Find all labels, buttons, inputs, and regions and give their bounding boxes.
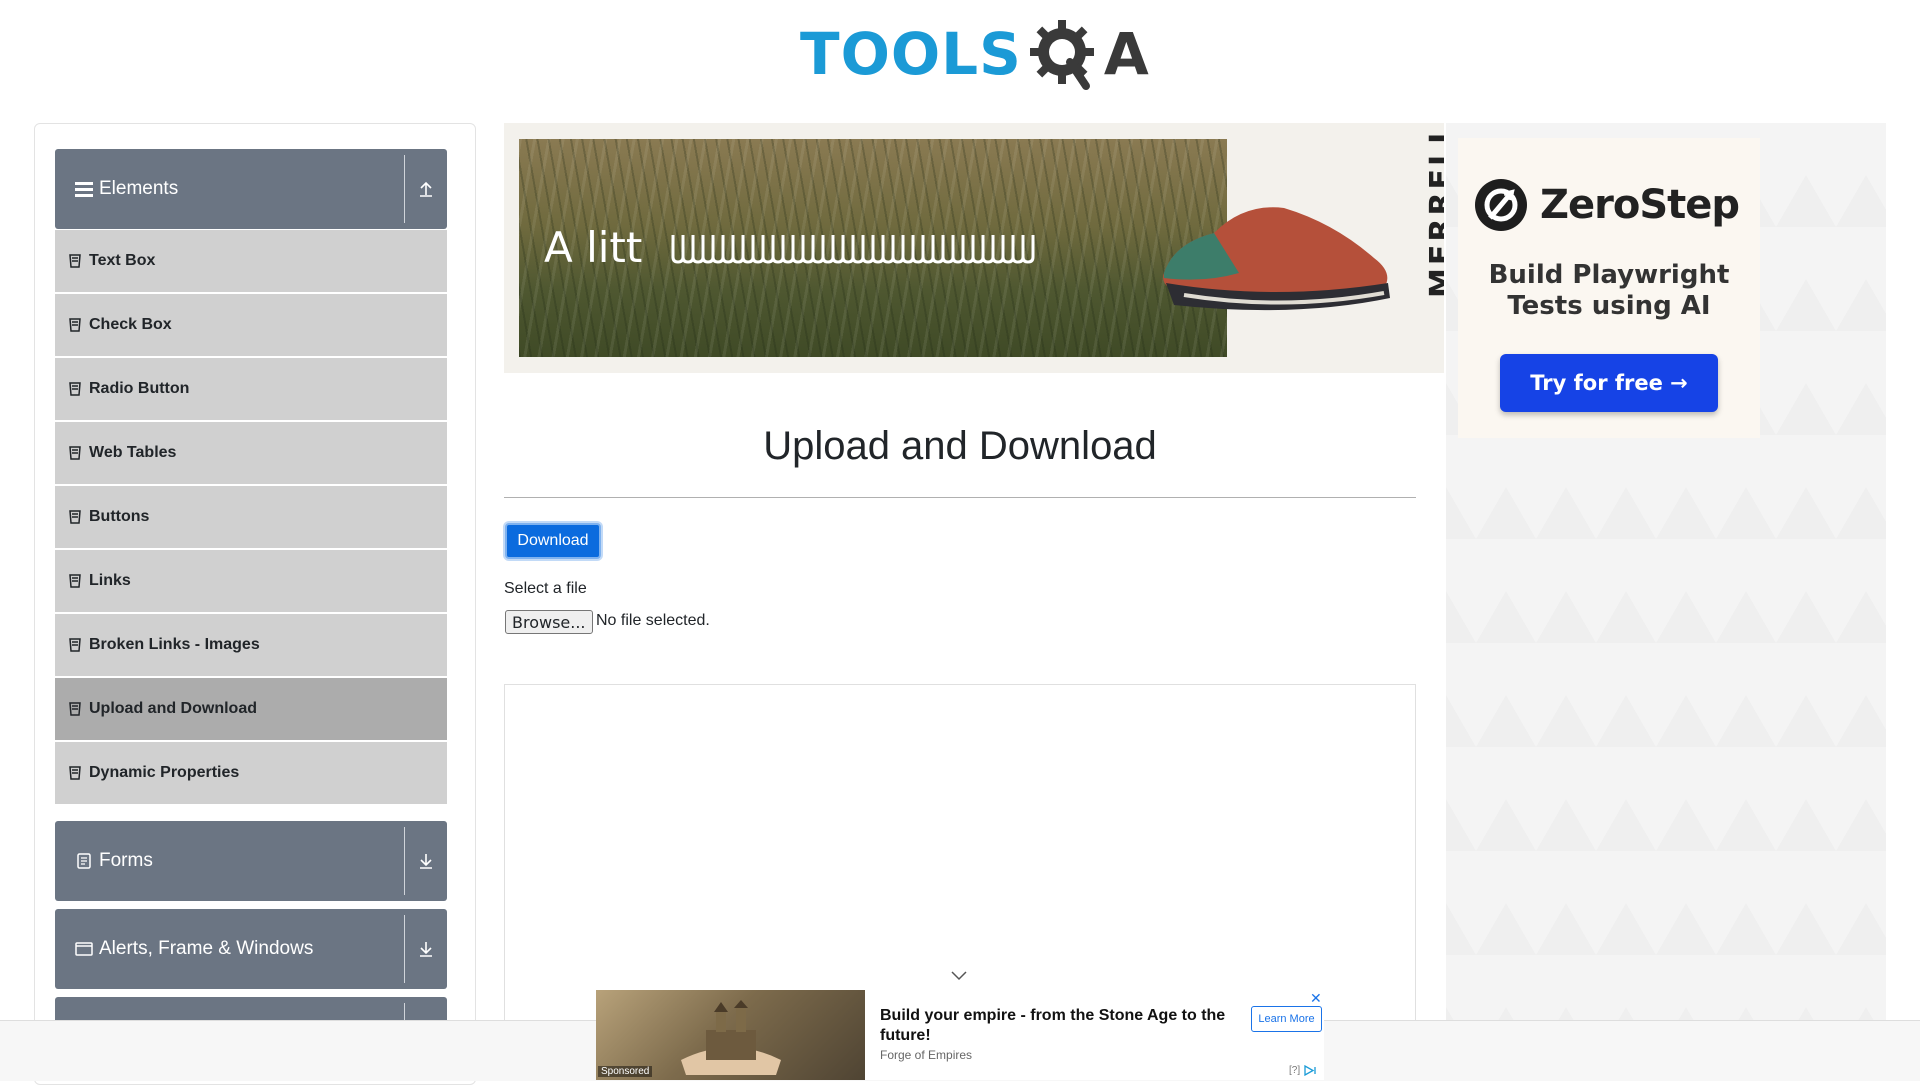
menu-item-label: Check Box: [89, 316, 172, 333]
sidebar: Elements Text Box Check Box Radio Button…: [34, 123, 476, 1085]
menu-item-broken-links[interactable]: Broken Links - Images: [55, 614, 447, 676]
menu-item-icon: [69, 382, 81, 396]
chevron-down-icon[interactable]: [950, 970, 968, 982]
group-title-elements: Elements: [99, 178, 179, 199]
banner-brand: MERRELL: [1424, 123, 1444, 298]
page-title: Upload and Download: [763, 424, 1157, 468]
arrow-down-icon: [420, 854, 432, 869]
menu-item-label: Upload and Download: [89, 700, 257, 717]
window-icon: [69, 941, 99, 957]
menu-item-links[interactable]: Links: [55, 550, 447, 612]
toolsqa-logo[interactable]: TOOLS A: [800, 14, 1149, 94]
ad-info-text: [?]: [1289, 1065, 1301, 1077]
sponsored-label: Sponsored: [598, 1066, 653, 1077]
menu-item-label: Radio Button: [89, 380, 190, 397]
menu-item-text-box[interactable]: Text Box: [55, 230, 447, 292]
castle-image: [681, 1000, 781, 1075]
menu-item-label: Broken Links - Images: [89, 636, 260, 653]
zerostep-brand: ZeroStep: [1540, 182, 1740, 228]
banner-ad[interactable]: A litt MERRELL: [504, 123, 1444, 373]
menu-item-radio-button[interactable]: Radio Button: [55, 358, 447, 420]
logo-qa: A: [1026, 16, 1149, 92]
sticky-ad-image: Sponsored: [596, 990, 865, 1080]
zerostep-tagline-line2: Tests using AI: [1507, 291, 1711, 321]
menu-item-icon: [69, 510, 81, 524]
menu-item-icon: [69, 766, 81, 780]
zerostep-ad[interactable]: ZeroStep Build Playwright Tests using AI…: [1458, 138, 1760, 438]
collapse-toggle[interactable]: [404, 155, 447, 223]
banner-ad-text: A litt: [544, 223, 643, 272]
zerostep-tagline: Build Playwright Tests using AI: [1458, 260, 1760, 322]
menu-item-icon: [69, 318, 81, 332]
group-title-alerts: Alerts, Frame & Windows: [99, 938, 314, 959]
expand-toggle[interactable]: [404, 827, 447, 895]
close-icon[interactable]: ✕: [1310, 990, 1322, 1007]
sticky-ad[interactable]: Sponsored Build your empire - from the S…: [596, 990, 1324, 1080]
arrow-down-icon: [420, 942, 432, 957]
arrow-up-icon: [420, 181, 432, 197]
zerostep-icon: [1475, 179, 1527, 231]
download-button[interactable]: Download: [505, 523, 601, 559]
menu-item-icon: [69, 702, 81, 716]
file-status-text: No file selected.: [596, 612, 710, 629]
learn-more-button[interactable]: Learn More: [1251, 1006, 1322, 1032]
logo-tools-text: TOOLS: [800, 20, 1022, 88]
form-icon: [69, 853, 99, 869]
menu-item-label: Links: [89, 572, 131, 589]
menu-item-check-box[interactable]: Check Box: [55, 294, 447, 356]
menu-item-label: Text Box: [89, 252, 156, 269]
try-for-free-button[interactable]: Try for free →: [1500, 354, 1718, 412]
sticky-ad-headline[interactable]: Build your empire - from the Stone Age t…: [880, 1006, 1240, 1046]
menu-item-icon: [69, 254, 81, 268]
title-divider: [504, 497, 1416, 498]
menu-item-upload-download[interactable]: Upload and Download: [55, 678, 447, 740]
menu-item-label: Buttons: [89, 508, 150, 525]
elements-menu: Text Box Check Box Radio Button Web Tabl…: [55, 230, 447, 806]
shoe-image: [1163, 207, 1390, 311]
adchoices-icon: [1304, 1064, 1316, 1077]
zerostep-logo: ZeroStep: [1474, 178, 1740, 232]
menu-item-label: Dynamic Properties: [89, 764, 240, 781]
select-file-label: Select a file: [504, 580, 587, 597]
group-header-alerts[interactable]: Alerts, Frame & Windows: [55, 909, 447, 989]
ad-info-link[interactable]: [?]: [1289, 1064, 1317, 1077]
squiggle-graphic: [671, 235, 1035, 264]
menu-item-icon: [69, 638, 81, 652]
zerostep-tagline-line1: Build Playwright: [1488, 260, 1730, 290]
menu-item-icon: [69, 574, 81, 588]
menu-item-web-tables[interactable]: Web Tables: [55, 422, 447, 484]
expand-toggle[interactable]: [404, 915, 447, 983]
hamburger-icon: [69, 181, 99, 197]
group-title-forms: Forms: [99, 850, 153, 871]
group-header-forms[interactable]: Forms: [55, 821, 447, 901]
sticky-ad-advertiser: Forge of Empires: [880, 1048, 973, 1062]
gear-q-icon: [1029, 20, 1094, 90]
menu-item-icon: [69, 446, 81, 460]
browse-button[interactable]: Browse...: [505, 610, 593, 634]
logo-a-text: A: [1103, 20, 1149, 88]
menu-item-buttons[interactable]: Buttons: [55, 486, 447, 548]
menu-item-dynamic-properties[interactable]: Dynamic Properties: [55, 742, 447, 804]
menu-item-label: Web Tables: [89, 444, 177, 461]
group-header-elements[interactable]: Elements: [55, 149, 447, 229]
